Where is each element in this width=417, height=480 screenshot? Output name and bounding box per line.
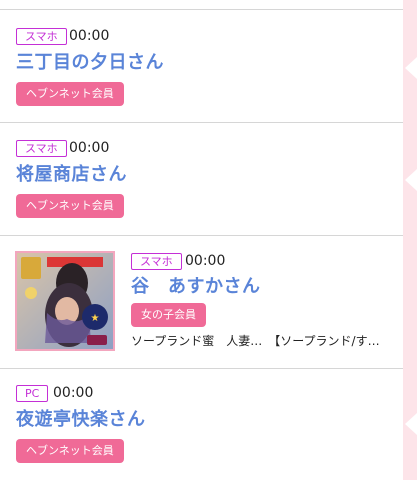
device-badge: PC <box>16 385 49 402</box>
access-time: 00:00 <box>69 28 110 44</box>
access-time: 00:00 <box>53 385 94 401</box>
member-name-link[interactable]: 夜遊亭快楽さん <box>16 409 146 431</box>
device-badge: スマホ <box>16 28 67 45</box>
member-name-link[interactable]: 将屋商店さん <box>16 164 127 186</box>
divider <box>0 235 403 236</box>
divider <box>0 9 403 10</box>
device-badge: スマホ <box>16 140 67 157</box>
device-badge: スマホ <box>131 253 182 270</box>
svg-text:★: ★ <box>91 313 100 324</box>
arrow-notch-icon <box>405 57 417 79</box>
store-info-text[interactable]: ソープランド蜜 人妻… 【ソープランド/す… <box>131 333 399 349</box>
member-name-link[interactable]: 谷 あすかさん <box>131 276 261 298</box>
visitor-list: スマホ 00:00 三丁目の夕日さん ヘブンネット会員 スマホ 00:00 将屋… <box>0 0 403 480</box>
member-name-link[interactable]: 三丁目の夕日さん <box>16 52 164 74</box>
member-type-tag: 女の子会員 <box>131 303 206 327</box>
divider <box>0 368 403 369</box>
arrow-notch-icon <box>405 413 417 435</box>
profile-photo-graphic: ★ <box>17 253 113 349</box>
member-type-tag: ヘブンネット会員 <box>16 439 124 463</box>
access-time: 00:00 <box>69 140 110 156</box>
arrow-notch-icon <box>405 169 417 191</box>
divider <box>0 122 403 123</box>
access-time: 00:00 <box>185 253 226 269</box>
member-type-tag: ヘブンネット会員 <box>16 194 124 218</box>
member-type-tag: ヘブンネット会員 <box>16 82 124 106</box>
profile-photo-image[interactable]: ★ <box>15 251 115 351</box>
